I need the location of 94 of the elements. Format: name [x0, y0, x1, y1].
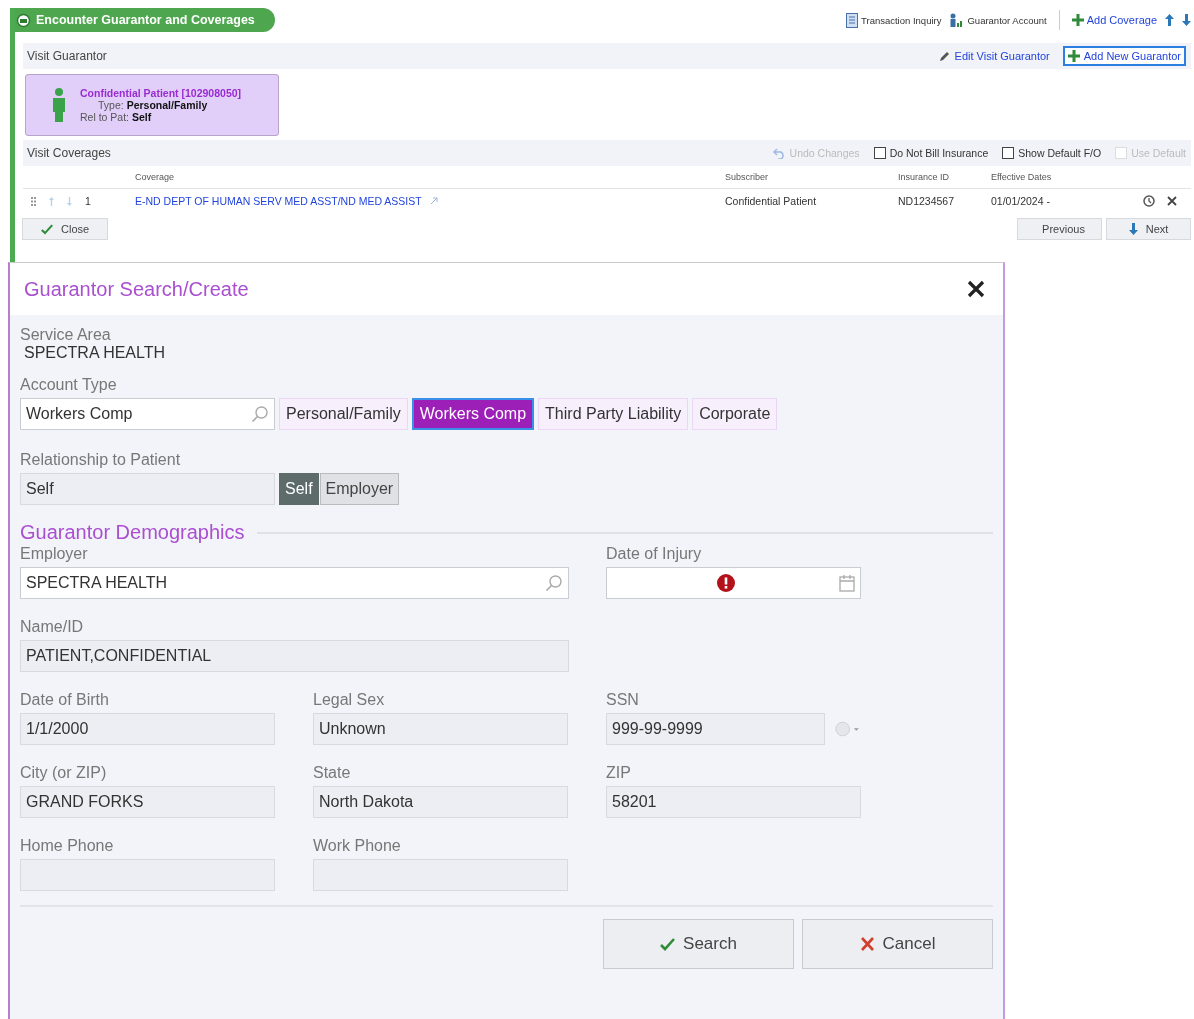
checkbox[interactable] [873, 147, 886, 159]
input-field[interactable]: 999-99-9999 [606, 713, 826, 745]
close-button[interactable] [967, 280, 985, 298]
external-link-icon [429, 197, 438, 205]
add-link[interactable]: Add Coverage [1071, 14, 1157, 26]
column-header: Subscriber [725, 166, 898, 189]
checkbox[interactable] [1002, 147, 1015, 159]
input-field[interactable]: 1/1/2000 [20, 713, 275, 745]
x-icon [859, 937, 875, 951]
down-arrow-icon [1128, 223, 1138, 235]
help-dropdown-icon [835, 720, 861, 738]
check-icon [41, 222, 53, 236]
document-icon [846, 12, 858, 28]
section-heading: Visit Guarantor [27, 49, 107, 63]
checkbox-label: Show Default F/O [1018, 147, 1102, 159]
field-label: City (or ZIP) [20, 763, 108, 782]
field-label: Home Phone [20, 836, 115, 855]
input-field[interactable] [313, 859, 568, 891]
service-area-value: SPECTRA HEALTH [24, 344, 167, 362]
input-field[interactable]: GRAND FORKS [20, 786, 275, 818]
up-arrow-icon [49, 196, 54, 206]
field-label: Service Area [20, 325, 112, 344]
section-heading: Guarantor Demographics [20, 521, 245, 544]
column-header: Insurance ID [898, 166, 991, 189]
next-button[interactable]: Next [1106, 218, 1191, 240]
field-label: Date of Injury [606, 544, 703, 563]
date-field[interactable] [606, 567, 861, 599]
circle-icon [16, 12, 31, 28]
employer-field[interactable]: SPECTRA HEALTH [20, 567, 569, 599]
pencil-icon [938, 50, 951, 62]
person-icon [52, 88, 66, 122]
cancel-button[interactable]: Cancel [802, 919, 993, 969]
rank-number: 1 [85, 195, 91, 207]
section-heading: Visit Coverages [27, 146, 111, 160]
input-field[interactable]: North Dakota [313, 786, 568, 818]
toolbar-link[interactable]: Transaction Inquiry [846, 12, 942, 28]
field-label: ZIP [606, 763, 632, 782]
field-label: Date of Birth [20, 690, 110, 709]
table-cell-text: Confidential Patient [725, 194, 818, 209]
field-label: Name/ID [20, 617, 85, 636]
plus-icon [1071, 14, 1084, 26]
account-type-option[interactable]: Third Party Liability [538, 398, 689, 430]
toolbar-link[interactable]: Guarantor Account [949, 12, 1047, 28]
guarantor-name: Confidential Patient [102908050] [80, 87, 242, 99]
account-type-field[interactable]: Workers Comp [20, 398, 275, 430]
table-cell: 01/01/2024 - [991, 195, 1050, 207]
delete-icon [1167, 196, 1177, 206]
checkbox-label: Do Not Bill Insurance [889, 147, 989, 159]
check-icon [660, 937, 676, 951]
account-type-option[interactable]: Personal/Family [279, 398, 408, 430]
dialog-title: Guarantor Search/Create [24, 277, 249, 301]
column-header: Effective Dates [991, 166, 1191, 189]
panel-title: Encounter Guarantor and Coverages [36, 13, 255, 27]
type-value: Personal/Family [126, 99, 208, 111]
table-cell-text: ND1234567 [898, 194, 956, 209]
relation-value: Self [132, 111, 152, 123]
input-field[interactable] [20, 859, 275, 891]
column-header: Coverage [135, 166, 725, 189]
guarantor-card[interactable]: Confidential Patient [102908050] Type: Personal/Family Rel to Pat: Self [25, 74, 279, 136]
add-guarantor-button[interactable]: Add New Guarantor [1062, 46, 1186, 66]
plus-icon [1067, 50, 1080, 62]
field-label: State [313, 763, 352, 782]
relationship-option[interactable]: Self [279, 473, 319, 505]
down-arrow-icon [1182, 14, 1191, 26]
up-arrow-icon [1165, 14, 1174, 26]
previous-button[interactable]: Previous [1017, 218, 1102, 240]
calendar-icon [839, 574, 855, 592]
checkbox-label: Use Default [1131, 147, 1186, 159]
input-field[interactable]: 58201 [606, 786, 861, 818]
field-label: SSN [606, 690, 640, 709]
search-icon [251, 405, 269, 423]
account-type-option[interactable]: Workers Comp [411, 398, 535, 430]
account-type-option[interactable]: Corporate [692, 398, 778, 430]
close-button[interactable]: Close [22, 218, 109, 240]
field-label: Relationship to Patient [20, 450, 182, 469]
field-label: Account Type [20, 375, 118, 394]
undo-icon [772, 147, 786, 159]
field-label: Rel to Pat: [80, 111, 130, 123]
input-field[interactable]: PATIENT,CONFIDENTIAL [20, 640, 569, 672]
search-icon [545, 574, 563, 592]
field-label: Work Phone [313, 836, 402, 855]
field-label: Legal Sex [313, 690, 386, 709]
search-button[interactable]: Search [603, 919, 794, 969]
person-chart-icon [949, 12, 965, 28]
field-label: Employer [20, 544, 89, 563]
down-arrow-icon [67, 196, 72, 206]
relationship-option[interactable]: Employer [319, 473, 400, 505]
relationship-field[interactable]: Self [20, 473, 275, 505]
drag-handle-icon [31, 196, 36, 206]
coverage-link[interactable]: E-ND DEPT OF HUMAN SERV MED ASST/ND MED ASSIST [135, 195, 422, 207]
edit-link[interactable]: Edit Visit Guarantor [933, 46, 1055, 66]
input-field[interactable]: Unknown [313, 713, 568, 745]
field-label: Type: [98, 99, 124, 111]
history-icon [1143, 195, 1155, 207]
